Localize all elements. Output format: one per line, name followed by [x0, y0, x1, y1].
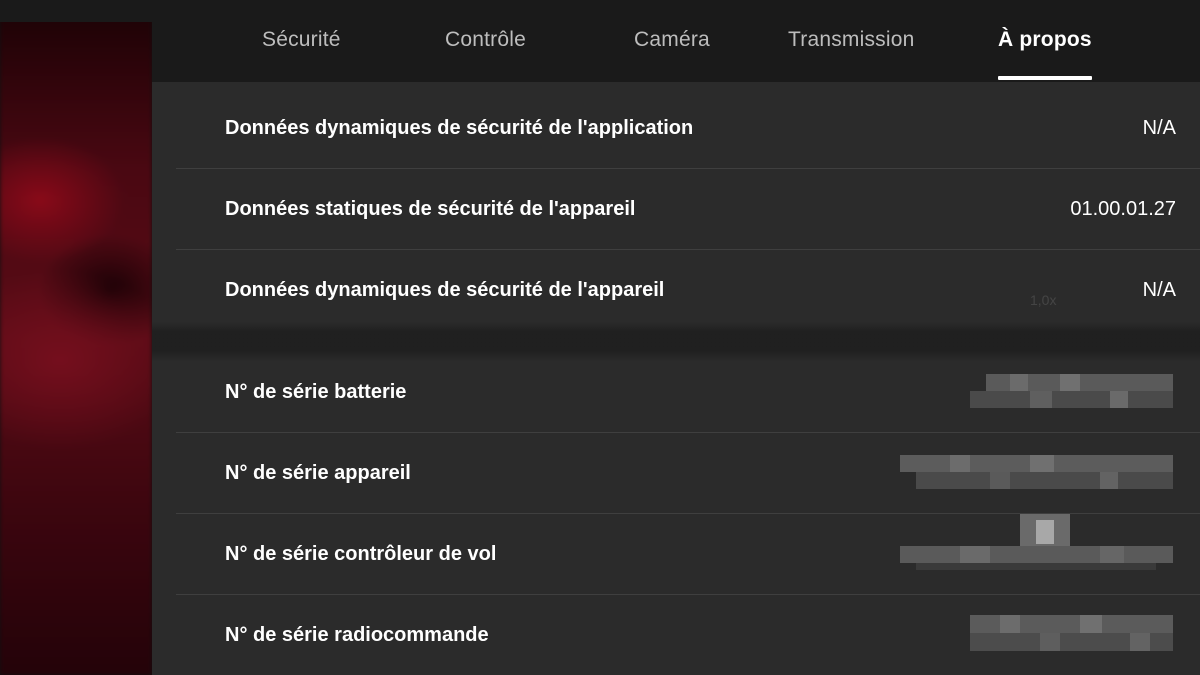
serial-row-flight-controller: N° de série contrôleur de vol [176, 514, 1200, 595]
camera-background [0, 0, 152, 675]
active-tab-indicator [998, 76, 1092, 80]
pixelated-redaction [900, 514, 1173, 570]
row-label: Données dynamiques de sécurité de l'appa… [225, 279, 665, 301]
redacted-serial [970, 374, 1173, 408]
about-panel[interactable]: 1,0x Données dynamiques de sécurité de l… [152, 82, 1200, 675]
redacted-serial [900, 514, 1173, 570]
tab-controle[interactable]: Contrôle [445, 28, 526, 52]
tab-camera[interactable]: Caméra [634, 28, 710, 52]
info-row: Données dynamiques de sécurité de l'appl… [176, 88, 1200, 169]
pixelated-redaction [900, 455, 1173, 489]
settings-tab-bar: Sécurité Contrôle Caméra Transmission À … [152, 0, 1200, 82]
serial-row-battery: N° de série batterie [176, 352, 1200, 433]
info-row: Données dynamiques de sécurité de l'appa… [176, 250, 1200, 330]
row-label: Données dynamiques de sécurité de l'appl… [225, 117, 694, 139]
serial-numbers-group: N° de série batterie N° de série apparei… [176, 352, 1200, 675]
row-label: N° de série batterie [225, 381, 407, 403]
row-label: N° de série contrôleur de vol [225, 543, 497, 565]
row-value: N/A [1142, 117, 1176, 139]
row-value: 01.00.01.27 [1070, 198, 1176, 220]
tab-a-propos[interactable]: À propos [998, 28, 1092, 52]
pixelated-redaction [970, 615, 1173, 651]
serial-row-remote-controller: N° de série radiocommande [176, 595, 1200, 675]
security-data-group: Données dynamiques de sécurité de l'appl… [176, 88, 1200, 330]
redacted-serial [970, 615, 1173, 651]
tab-transmission[interactable]: Transmission [788, 28, 914, 52]
row-value: N/A [1142, 279, 1176, 301]
camera-background-top [0, 0, 152, 22]
row-label: Données statiques de sécurité de l'appar… [225, 198, 636, 220]
pixelated-redaction [970, 374, 1173, 408]
serial-row-device: N° de série appareil [176, 433, 1200, 514]
row-label: N° de série radiocommande [225, 624, 489, 646]
row-label: N° de série appareil [225, 462, 411, 484]
redacted-serial [900, 455, 1173, 489]
tab-securite[interactable]: Sécurité [262, 28, 341, 52]
info-row: Données statiques de sécurité de l'appar… [176, 169, 1200, 250]
